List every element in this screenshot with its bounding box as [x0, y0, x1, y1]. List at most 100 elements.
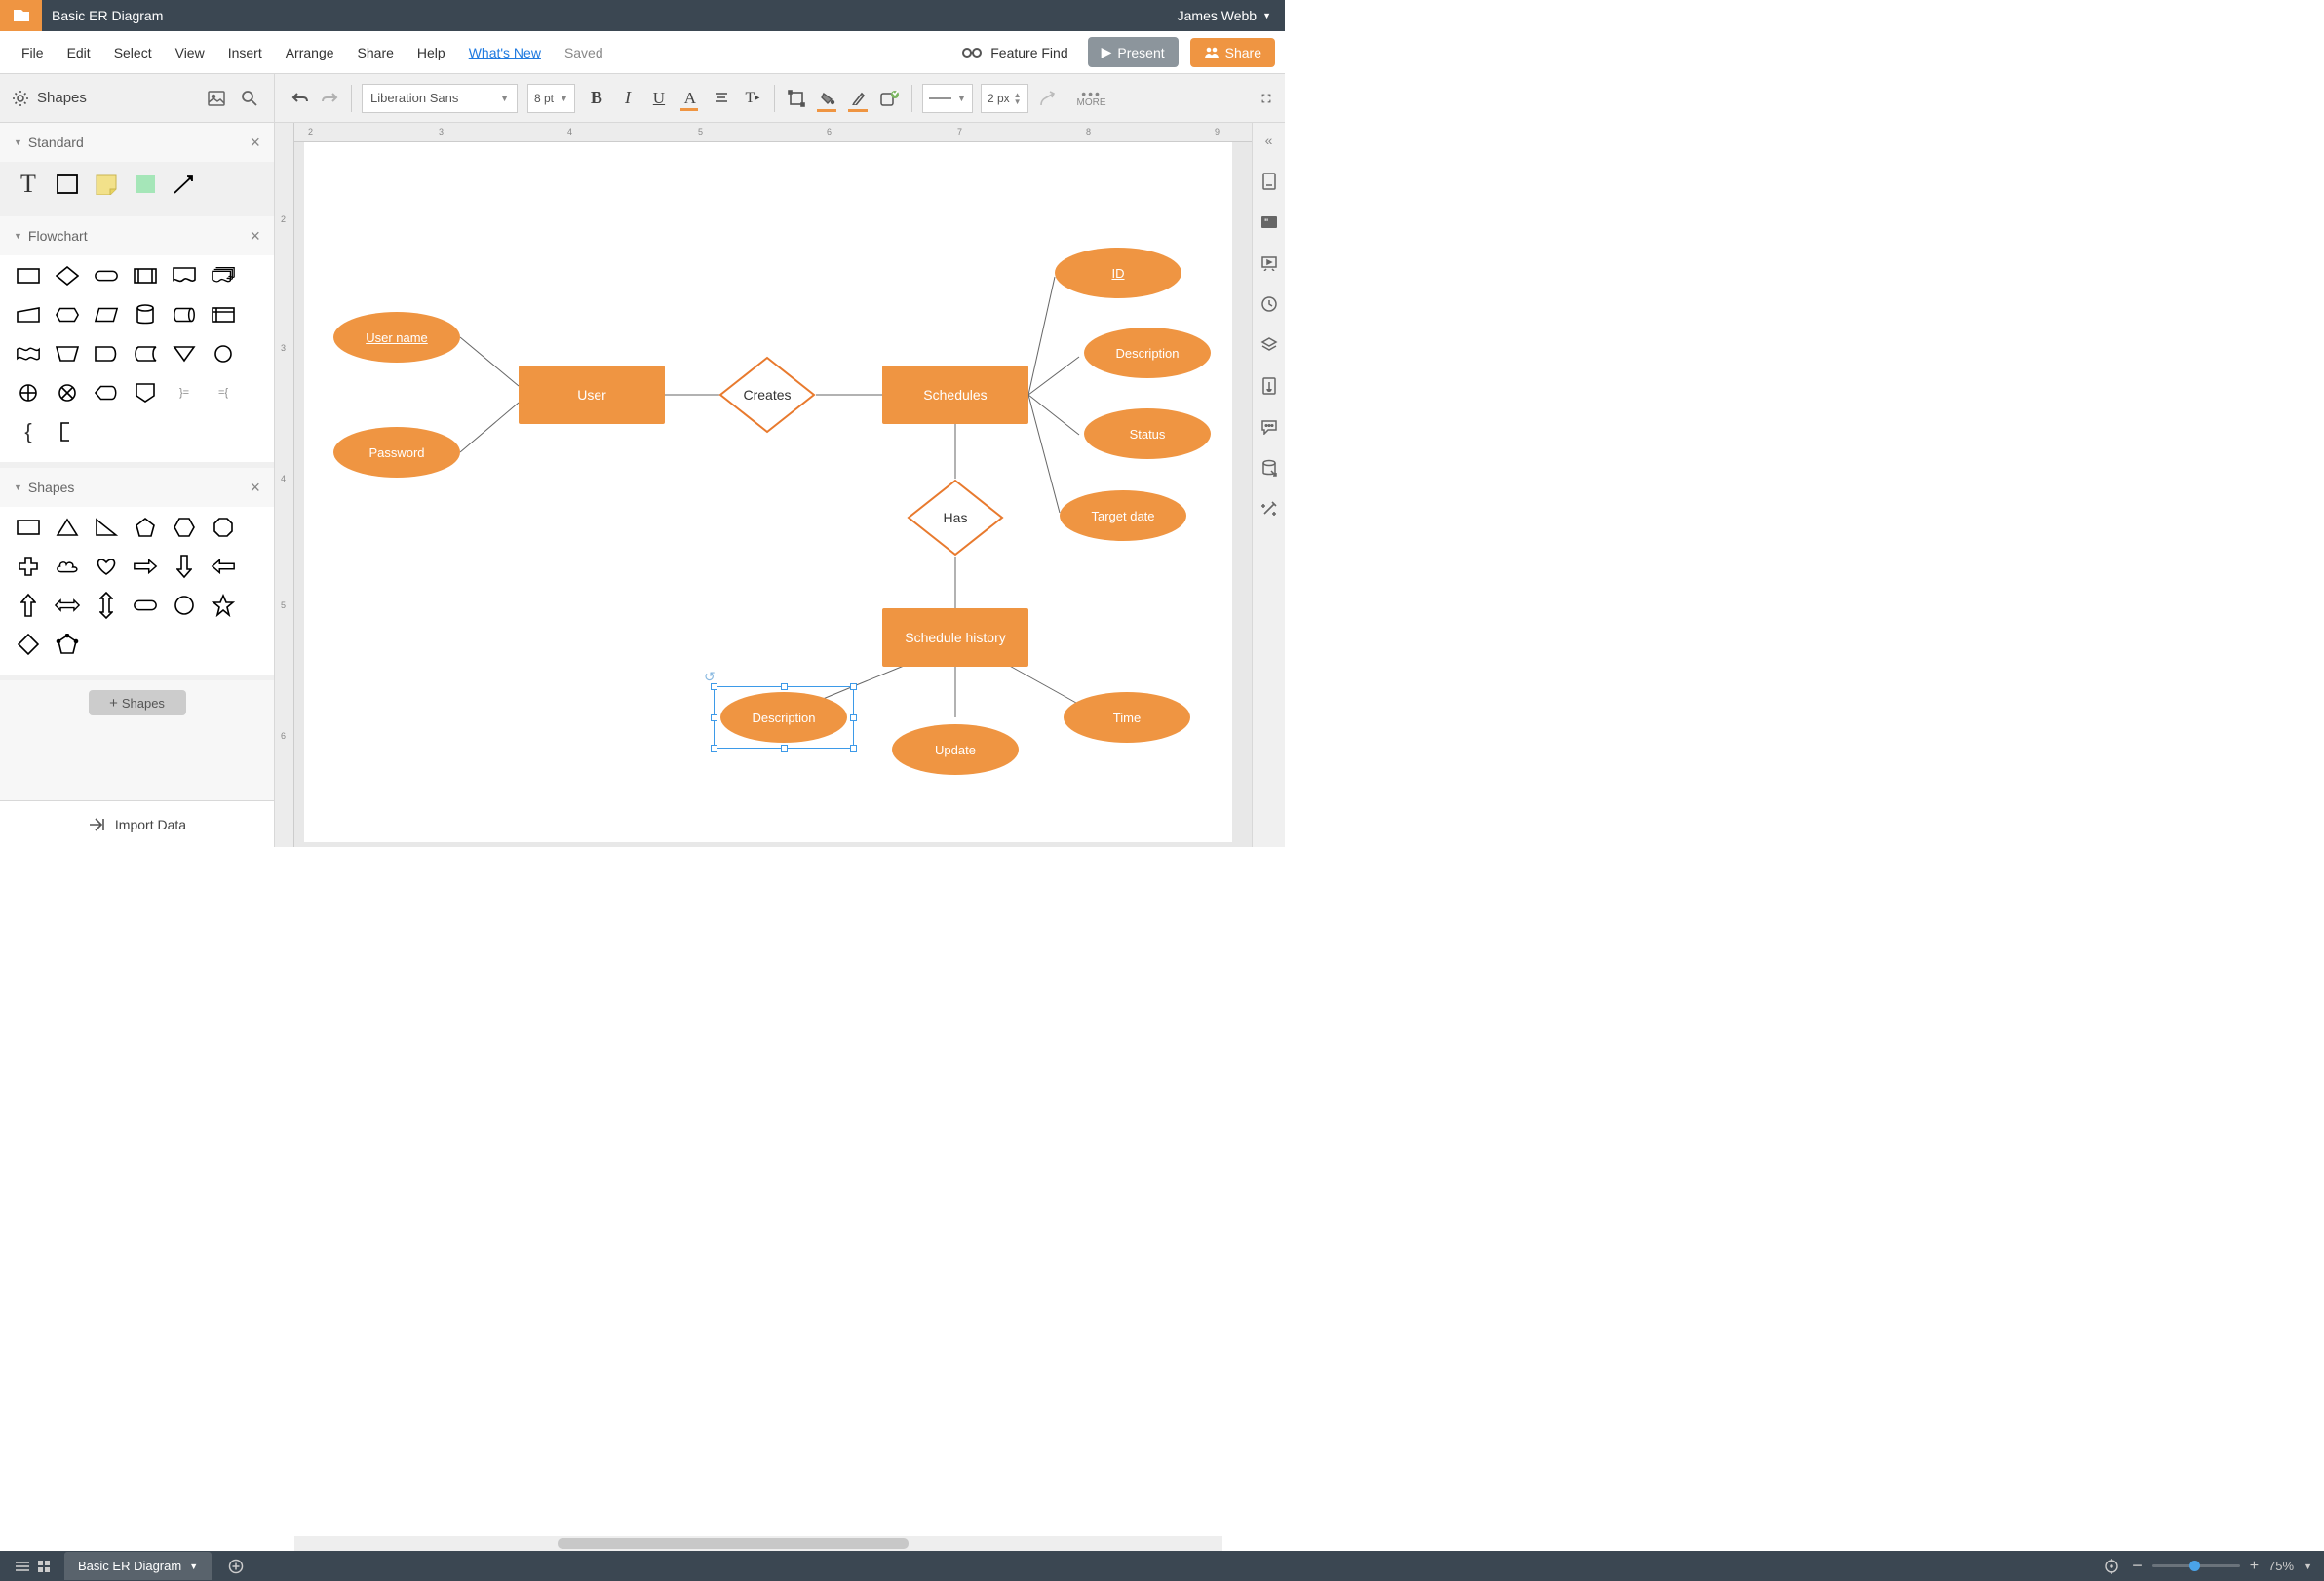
- search-icon[interactable]: [237, 86, 262, 111]
- close-icon[interactable]: ×: [250, 226, 260, 247]
- shape-manualop-icon[interactable]: [55, 341, 80, 366]
- node-attr-description[interactable]: Description: [1084, 328, 1211, 378]
- layers-icon[interactable]: [1258, 333, 1281, 357]
- shape-curly-icon[interactable]: {: [16, 419, 41, 444]
- shape-note-icon[interactable]: [94, 172, 119, 197]
- node-entity-schedules[interactable]: Schedules: [882, 366, 1028, 424]
- shape-curly-open-icon[interactable]: }=: [172, 380, 197, 405]
- more-button[interactable]: ••• MORE: [1077, 89, 1106, 108]
- present-button[interactable]: ▶Present: [1088, 37, 1179, 67]
- shape-data-icon[interactable]: [94, 302, 119, 328]
- shape-connector-icon[interactable]: [211, 341, 236, 366]
- shape-octagon-icon[interactable]: [211, 515, 236, 540]
- underline-icon[interactable]: U: [647, 87, 671, 110]
- close-icon[interactable]: ×: [250, 133, 260, 153]
- shape-uparrow-icon[interactable]: [16, 593, 41, 618]
- node-attr-status[interactable]: Status: [1084, 408, 1211, 459]
- shape-heart-icon[interactable]: [94, 554, 119, 579]
- canvas-page[interactable]: User name Password User Creates Schedule…: [304, 142, 1232, 842]
- shape-style-icon[interactable]: [878, 87, 902, 110]
- canvas-area[interactable]: 2 3 4 5 6 2 3 4 5 6 7 8 9: [275, 123, 1285, 847]
- history-icon[interactable]: [1258, 292, 1281, 316]
- menu-view[interactable]: View: [164, 45, 216, 60]
- shape-directdata-icon[interactable]: [172, 302, 197, 328]
- node-attr-description2[interactable]: Description: [720, 692, 847, 743]
- zoom-in-icon[interactable]: +: [2250, 1558, 2259, 1575]
- target-icon[interactable]: [2101, 1556, 2122, 1577]
- shape-block-icon[interactable]: [133, 172, 158, 197]
- rotate-handle-icon[interactable]: ↺: [704, 669, 716, 685]
- category-flowchart-header[interactable]: ▼Flowchart×: [0, 216, 274, 255]
- node-entity-user[interactable]: User: [519, 366, 665, 424]
- shape-leftarrow-icon[interactable]: [211, 554, 236, 579]
- crop-icon[interactable]: [785, 87, 808, 110]
- menu-share[interactable]: Share: [346, 45, 406, 60]
- redo-icon[interactable]: [318, 87, 341, 110]
- theme-icon[interactable]: [1258, 374, 1281, 398]
- gear-icon[interactable]: [12, 90, 29, 107]
- chat-icon[interactable]: [1258, 415, 1281, 439]
- shape-rect-icon[interactable]: [55, 172, 80, 197]
- shape-curly-eq-icon[interactable]: ={: [211, 380, 236, 405]
- shape-database-icon[interactable]: [133, 302, 158, 328]
- shape-circle2-icon[interactable]: [172, 593, 197, 618]
- zoom-slider[interactable]: [2152, 1564, 2240, 1567]
- feature-find-button[interactable]: Feature Find: [961, 45, 1075, 60]
- shape-process-icon[interactable]: [16, 263, 41, 289]
- node-rel-has[interactable]: Has: [907, 479, 1004, 557]
- menu-file[interactable]: File: [10, 45, 56, 60]
- menu-edit[interactable]: Edit: [56, 45, 102, 60]
- shape-diamond-icon[interactable]: [16, 632, 41, 657]
- shape-triangle-icon[interactable]: [55, 515, 80, 540]
- add-page-icon[interactable]: [225, 1556, 247, 1577]
- font-select[interactable]: Liberation Sans▼: [362, 84, 518, 113]
- import-data-button[interactable]: Import Data: [0, 800, 274, 847]
- line-style-select[interactable]: ▼: [922, 84, 973, 113]
- share-button[interactable]: Share: [1190, 38, 1275, 67]
- align-icon[interactable]: [710, 87, 733, 110]
- shape-document-icon[interactable]: [172, 263, 197, 289]
- node-attr-targetdate[interactable]: Target date: [1060, 490, 1186, 541]
- user-menu[interactable]: James Webb ▼: [1164, 0, 1285, 31]
- shape-udarrow-icon[interactable]: [94, 593, 119, 618]
- magic-icon[interactable]: [1258, 497, 1281, 521]
- fullscreen-icon[interactable]: [1261, 87, 1285, 110]
- undo-icon[interactable]: [289, 87, 312, 110]
- shape-internalstorage-icon[interactable]: [211, 302, 236, 328]
- node-attr-password[interactable]: Password: [333, 427, 460, 478]
- node-attr-time[interactable]: Time: [1064, 692, 1190, 743]
- presentation-icon[interactable]: [1258, 251, 1281, 275]
- line-width-select[interactable]: 2 px▲▼: [981, 84, 1028, 113]
- font-size-select[interactable]: 8 pt▼: [527, 84, 575, 113]
- shape-preparation-icon[interactable]: [55, 302, 80, 328]
- menu-whatsnew[interactable]: What's New: [457, 45, 553, 60]
- shape-note2-icon[interactable]: [55, 419, 80, 444]
- category-shapes-header[interactable]: ▼Shapes×: [0, 468, 274, 507]
- node-rel-creates[interactable]: Creates: [718, 356, 816, 434]
- horizontal-scrollbar[interactable]: [294, 1536, 1222, 1551]
- text-color-icon[interactable]: A: [678, 87, 702, 110]
- data-icon[interactable]: [1258, 456, 1281, 480]
- node-entity-schedule-history[interactable]: Schedule history: [882, 608, 1028, 667]
- shape-cloud-icon[interactable]: [55, 554, 80, 579]
- zoom-level[interactable]: 75%: [2268, 1559, 2294, 1573]
- shape-delay-icon[interactable]: [94, 341, 119, 366]
- shape-star-icon[interactable]: [211, 593, 236, 618]
- shape-display-icon[interactable]: [94, 380, 119, 405]
- shape-poly-icon[interactable]: [55, 632, 80, 657]
- shape-pill-icon[interactable]: [133, 593, 158, 618]
- category-standard-header[interactable]: ▼Standard×: [0, 123, 274, 162]
- shape-lrarrow-icon[interactable]: [55, 593, 80, 618]
- node-attr-id[interactable]: ID: [1055, 248, 1181, 298]
- shape-text-icon[interactable]: T: [16, 172, 41, 197]
- comments-icon[interactable]: ": [1258, 211, 1281, 234]
- shape-merge-icon[interactable]: [172, 341, 197, 366]
- shape-rectangle-icon[interactable]: [16, 515, 41, 540]
- shape-decision-icon[interactable]: [55, 263, 80, 289]
- fill-icon[interactable]: [816, 87, 839, 110]
- text-style-icon[interactable]: T▸: [741, 87, 764, 110]
- shape-manualinput-icon[interactable]: [16, 302, 41, 328]
- bold-icon[interactable]: B: [585, 87, 608, 110]
- shape-arrow-icon[interactable]: [172, 172, 197, 197]
- shape-offpage-icon[interactable]: [133, 380, 158, 405]
